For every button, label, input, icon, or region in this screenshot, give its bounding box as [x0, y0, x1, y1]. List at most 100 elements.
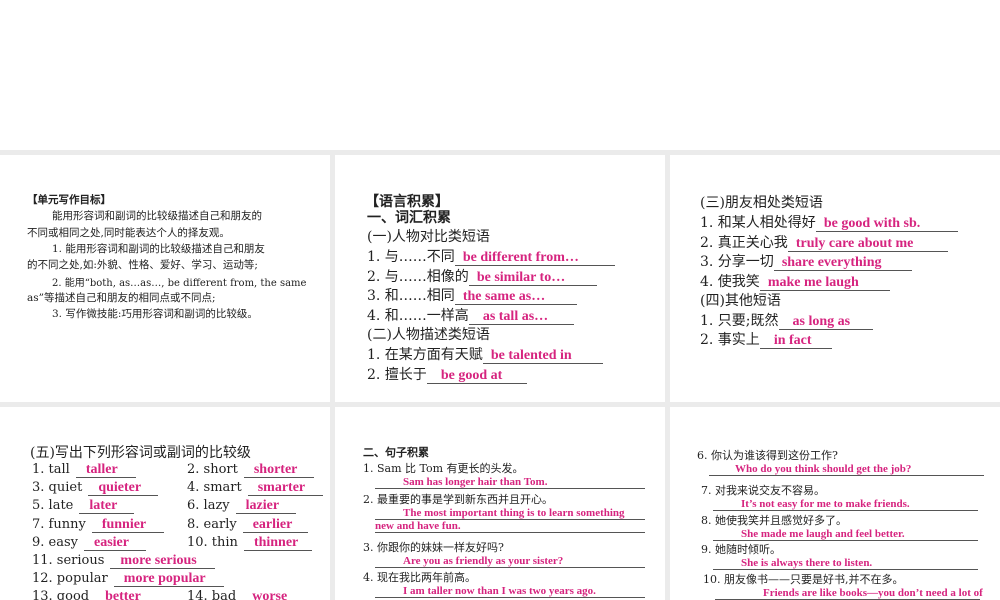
- answer-line: She made me laugh and feel better.: [713, 528, 978, 541]
- answer-blank: in fact: [759, 333, 832, 350]
- answer-blank: funnier: [91, 517, 164, 534]
- comparative-item: 7. funny funnier: [32, 516, 164, 534]
- answer-blank: better: [95, 589, 160, 600]
- goal-1-cont: 的不同之处,如:外貌、性格、爱好、学习、运动等;: [27, 259, 258, 271]
- answer-blank: make me laugh: [759, 275, 890, 292]
- comparative-item: 14. bad worse: [187, 588, 302, 600]
- answer-blank: worse: [242, 589, 302, 600]
- answer-blank: quieter: [88, 480, 159, 497]
- goal-2-cont: as”等描述自己和朋友的相同点或不同点;: [27, 292, 216, 304]
- goals-intro-2: 不同或相同之处,同时能表达个人的择友观。: [27, 227, 230, 239]
- sentence-prompt: 2. 最重要的事是学到新东西并且开心。: [363, 493, 553, 506]
- vocab-item: 1. 在某方面有天赋 be talented in: [367, 344, 603, 365]
- vocab-item: 1. 只要;既然 as long as: [700, 310, 873, 331]
- vocab-item: 4. 和……一样高 as tall as…: [367, 305, 574, 326]
- comparative-item: 1. tall taller: [32, 461, 136, 479]
- word: 3. quiet: [32, 480, 83, 495]
- vocab-item: 2. 事实上 in fact: [700, 329, 832, 350]
- word: 6. lazy: [187, 498, 230, 513]
- sentence-answer: I am taller now than I was two years ago…: [375, 585, 645, 598]
- answer-blank: the same as…: [454, 289, 577, 306]
- answer-blank: as tall as…: [468, 309, 574, 326]
- sentence-answer: The most important thing is to learn som…: [375, 507, 645, 533]
- comparative-item: 9. easy easier: [32, 534, 146, 552]
- answer-blank: truly care about me: [787, 236, 948, 253]
- comparative-item: 2. short shorter: [187, 461, 314, 479]
- sentences-title: 二、句子积累: [363, 446, 429, 459]
- sentence-answer: Are you as friendly as your sister?: [375, 555, 645, 568]
- answer-blank: taller: [75, 462, 136, 479]
- sentence-answer: She is always there to listen.: [713, 557, 978, 570]
- sentence-prompt: 7. 对我来说交友不容易。: [701, 484, 825, 497]
- sentence-answer: Sam has longer hair than Tom.: [375, 476, 645, 489]
- sentence-answer: Friends are like books—you don’t need a …: [715, 587, 983, 600]
- answer-blank: be different from…: [454, 250, 615, 267]
- vocab-sub3: (三)朋友相处类短语: [700, 195, 823, 211]
- answer-line: It’s not easy for me to make friends.: [713, 498, 978, 511]
- sentence-prompt: 9. 她随时倾听。: [701, 543, 781, 556]
- vocab-item: 2. 与……相像的 be similar to…: [367, 266, 597, 287]
- answer-line: Who do you think should get the job?: [709, 463, 984, 476]
- panel-sentences-2: 6. 你认为谁该得到这份工作? Who do you think should g…: [670, 407, 1000, 600]
- comparative-item: 3. quiet quieter: [32, 479, 159, 497]
- word: 14. bad: [187, 589, 237, 600]
- word: 13. good: [32, 589, 90, 600]
- word: 4. smart: [187, 480, 242, 495]
- comparative-item: 4. smart smarter: [187, 479, 323, 497]
- comparative-item: 10. thin thinner: [187, 534, 312, 552]
- panel-sentences-1: 二、句子积累 1. Sam 比 Tom 有更长的头发。 Sam has longe…: [335, 407, 665, 600]
- panel-vocab-2: (三)朋友相处类短语 1. 和某人相处得好 be good with sb. 2.…: [670, 155, 1000, 402]
- sentence-prompt: 8. 她使我笑并且感觉好多了。: [701, 514, 847, 527]
- goals-intro: 能用形容词和副词的比较级描述自己和朋友的: [52, 210, 262, 222]
- answer-blank: smarter: [247, 480, 323, 497]
- comparative-item: 8. early earlier: [187, 516, 308, 534]
- vocab-item: 3. 和……相同 the same as…: [367, 285, 577, 306]
- comparative-item: 11. serious more serious: [32, 552, 216, 570]
- comparative-item: 13. good better: [32, 588, 160, 600]
- panel-vocab-1: 【语言积累】 一、词汇积累 (一)人物对比类短语 1. 与……不同 be diff…: [335, 155, 665, 402]
- answer-blank: be good with sb.: [815, 216, 958, 233]
- blank-header-area: [0, 0, 1000, 150]
- answer-line: The most important thing is to learn som…: [375, 507, 645, 520]
- sentence-prompt: 10. 朋友像书——只要是好书,并不在多。: [703, 573, 904, 586]
- word: 8. early: [187, 517, 237, 532]
- answer-blank: thinner: [243, 535, 312, 552]
- comparative-item: 12. popular more popular: [32, 570, 224, 588]
- vocab-item: 4. 使我笑 make me laugh: [700, 271, 890, 292]
- answer-blank: be talented in: [482, 348, 603, 365]
- word: 5. late: [32, 498, 74, 513]
- word: 11. serious: [32, 553, 105, 568]
- answer-blank: be good at: [426, 368, 527, 385]
- word: 12. popular: [32, 571, 108, 586]
- vocab-item: 3. 分享一切 share everything: [700, 251, 912, 272]
- comparative-item: 6. lazy lazier: [187, 497, 296, 515]
- goals-title: 【单元写作目标】: [27, 194, 111, 206]
- goal-2: 2. 能用“both, as…as…, be different from, t…: [52, 278, 307, 289]
- answer-blank: earlier: [242, 517, 308, 534]
- answer-blank: easier: [84, 535, 146, 552]
- sentence-answer: Who do you think should get the job?: [709, 463, 984, 476]
- word: 1. tall: [32, 462, 70, 477]
- compare-title: (五)写出下列形容词或副词的比较级: [30, 445, 251, 461]
- panel-comparatives: (五)写出下列形容词或副词的比较级 1. tall taller 2. short s…: [0, 407, 330, 600]
- answer-blank: shorter: [243, 462, 314, 479]
- answer-line: new and have fun.: [375, 520, 645, 533]
- sentence-prompt: 3. 你跟你的妹妹一样友好吗?: [363, 541, 504, 554]
- answer-blank: more popular: [113, 571, 224, 588]
- answer-line: I am taller now than I was two years ago…: [375, 585, 645, 598]
- word: 9. easy: [32, 535, 78, 550]
- goal-3: 3. 写作微技能:巧用形容词和副词的比较级。: [52, 308, 258, 320]
- vocab-sub2: (二)人物描述类短语: [367, 327, 490, 343]
- word: 10. thin: [187, 535, 238, 550]
- vocab-item: 2. 真正关心我 truly care about me: [700, 232, 948, 253]
- answer-blank: share everything: [773, 255, 912, 272]
- word: 7. funny: [32, 517, 86, 532]
- comparative-item: 5. late later: [32, 497, 135, 515]
- answer-blank: be similar to…: [468, 270, 597, 287]
- sentence-prompt: 6. 你认为谁该得到这份工作?: [697, 449, 838, 462]
- vocab-sub1: (一)人物对比类短语: [367, 229, 490, 245]
- answer-line: Friends are like books—you don’t need a …: [715, 587, 983, 600]
- vocab-item: 2. 擅长于 be good at: [367, 364, 527, 385]
- answer-line: Are you as friendly as your sister?: [375, 555, 645, 568]
- vocab-item: 1. 与……不同 be different from…: [367, 246, 615, 267]
